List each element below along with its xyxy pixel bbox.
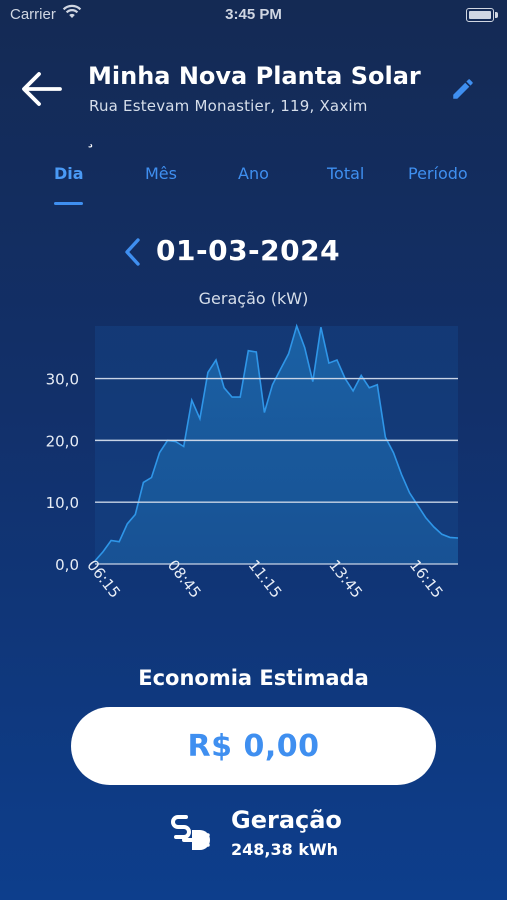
tab-mes[interactable]: Mês	[145, 164, 177, 183]
generation-label: Geração	[231, 806, 342, 834]
generation-value: 248,38 kWh	[231, 840, 338, 859]
economy-value: R$ 0,00	[187, 728, 320, 764]
plant-address: Rua Estevam Monastier, 119, Xaxim	[89, 97, 368, 115]
period-tabs: Dia Mês Ano Total Período	[20, 158, 490, 208]
active-tab-indicator	[54, 202, 83, 205]
status-bar: Carrier 3:45 PM	[0, 0, 507, 28]
tab-periodo[interactable]: Período	[408, 164, 468, 183]
tab-ano[interactable]: Ano	[238, 164, 269, 183]
tab-total[interactable]: Total	[327, 164, 364, 183]
y-tick-label: 20,0	[46, 432, 79, 450]
chevron-left-icon[interactable]	[122, 236, 144, 268]
stray-mark: ¸	[86, 128, 95, 149]
tab-dia[interactable]: Dia	[54, 164, 84, 183]
plant-title: Minha Nova Planta Solar	[88, 62, 421, 90]
generation-chart: 0,010,020,030,006:15 08:45 11:15 13:45 16:15	[46, 323, 459, 601]
battery-icon	[466, 8, 498, 22]
power-plug-icon	[171, 815, 210, 850]
y-tick-label: 10,0	[46, 494, 79, 512]
economy-title: Economia Estimada	[138, 666, 369, 690]
edit-pencil-icon[interactable]	[450, 76, 476, 102]
y-tick-label: 0,0	[55, 556, 79, 574]
back-arrow-icon[interactable]	[20, 70, 62, 108]
y-tick-label: 30,0	[46, 371, 79, 389]
selected-date[interactable]: 01-03-2024	[156, 234, 340, 267]
economy-value-pill: R$ 0,00	[71, 707, 436, 785]
chart-title: Geração (kW)	[198, 289, 309, 308]
status-time: 3:45 PM	[225, 6, 282, 23]
